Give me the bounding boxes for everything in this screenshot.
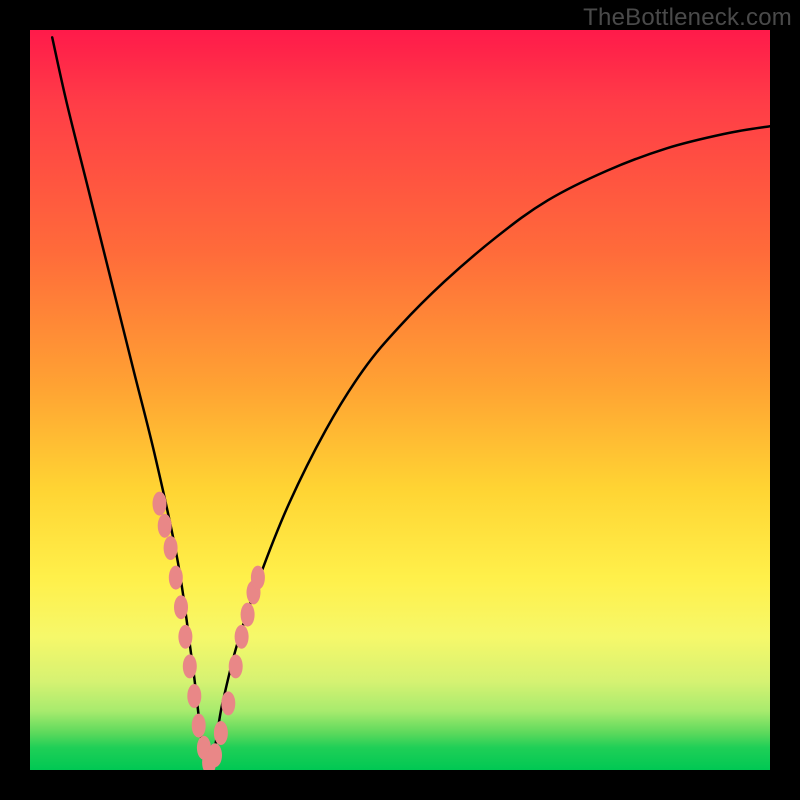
observed-point-marker	[251, 566, 265, 590]
observed-point-marker	[192, 714, 206, 738]
chart-svg	[30, 30, 770, 770]
observed-point-marker	[174, 595, 188, 619]
observed-point-marker	[158, 514, 172, 538]
observed-point-marker	[221, 691, 235, 715]
watermark-text: TheBottleneck.com	[583, 4, 792, 32]
bottleneck-curve-line	[52, 37, 770, 770]
observed-point-marker	[187, 684, 201, 708]
observed-point-marker	[183, 654, 197, 678]
observed-point-marker	[229, 654, 243, 678]
chart-plot-area	[30, 30, 770, 770]
observed-point-marker	[169, 566, 183, 590]
observed-point-marker	[208, 743, 222, 767]
observed-point-marker	[241, 603, 255, 627]
observed-point-marker	[164, 536, 178, 560]
observed-points-markers	[153, 492, 265, 770]
observed-point-marker	[214, 721, 228, 745]
observed-point-marker	[235, 625, 249, 649]
observed-point-marker	[153, 492, 167, 516]
observed-point-marker	[178, 625, 192, 649]
